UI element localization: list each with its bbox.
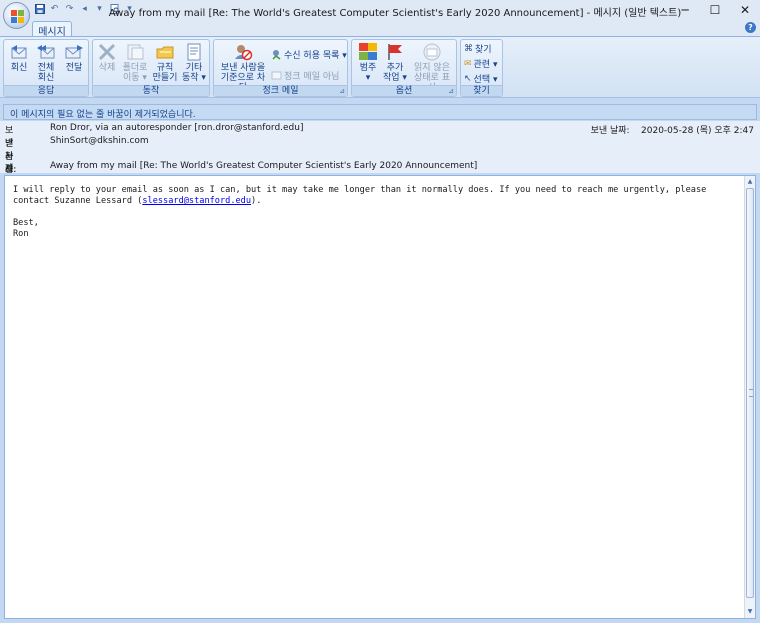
title-bar: ↶ ↷ ◂ ▾ ▾ Away from my mail [Re: The Wor…: [0, 0, 760, 20]
block-sender-icon: [235, 45, 253, 61]
group-options-label: 옵션: [352, 85, 456, 96]
forward-icon: [65, 45, 83, 59]
select-cursor-icon: ↖: [464, 73, 472, 84]
find-button[interactable]: ⌘ 찾기: [464, 42, 492, 56]
related-icon: ✉: [464, 58, 472, 69]
email-link[interactable]: slessard@stanford.edu: [142, 196, 251, 206]
message-body[interactable]: I will reply to your email as soon as I …: [4, 175, 756, 619]
to-value[interactable]: ShinSort@dkshin.com: [50, 136, 149, 146]
close-button[interactable]: ✕: [730, 0, 760, 20]
tab-message[interactable]: 메시지: [32, 21, 72, 38]
categorize-button[interactable]: 범주 ▾: [355, 43, 381, 83]
related-button[interactable]: ✉ 관련 ▾: [464, 57, 498, 71]
delete-icon: [98, 43, 116, 61]
help-icon[interactable]: ?: [745, 22, 756, 33]
group-respond-label: 응답: [4, 85, 88, 96]
rules-folder-icon: [156, 46, 174, 59]
group-junk-label: 정크 메일: [214, 85, 347, 96]
from-value[interactable]: Ron Dror, via an autoresponder [ron.dror…: [50, 123, 303, 133]
scroll-thumb[interactable]: [746, 188, 754, 598]
sent-value: 2020-05-28 (목) 오후 2:47: [641, 126, 754, 136]
group-actions-label: 동작: [93, 85, 209, 96]
message-header: 보낸 사람: Ron Dror, via an autoresponder [r…: [0, 121, 760, 188]
select-button[interactable]: ↖ 선택 ▾: [464, 72, 498, 86]
junk-dialog-launcher-icon[interactable]: ⊿: [339, 87, 345, 95]
group-respond: 회신 전체 회신 전달 응답: [3, 39, 89, 97]
office-logo-icon: [11, 10, 24, 23]
reply-all-icon: [37, 45, 55, 59]
scroll-down-icon[interactable]: ▼: [745, 607, 755, 617]
delete-button[interactable]: 삭제: [96, 43, 118, 73]
other-actions-icon: [187, 43, 201, 61]
safe-list-button[interactable]: 수신 허용 목록 ▾: [271, 48, 347, 61]
vertical-scrollbar[interactable]: ▲ ▼: [744, 176, 755, 618]
message-text[interactable]: I will reply to your email as soon as I …: [13, 185, 739, 240]
reply-icon: [11, 45, 27, 59]
not-junk-button[interactable]: 정크 메일 아님: [271, 69, 339, 82]
reply-all-button[interactable]: 전체 회신: [34, 43, 58, 83]
not-junk-icon: [271, 71, 282, 80]
forward-button[interactable]: 전달: [63, 43, 85, 73]
create-rule-button[interactable]: 규칙 만들기: [152, 43, 178, 83]
ribbon-tab-row: 메시지 ?: [0, 20, 760, 38]
subject-value: Away from my mail [Re: The World's Great…: [50, 161, 478, 171]
scroll-grip-icon: [749, 389, 753, 397]
sent-label: 보낸 날짜:: [590, 126, 630, 136]
maximize-button[interactable]: ☐: [700, 0, 730, 20]
binoculars-icon: ⌘: [464, 43, 473, 54]
mark-unread-icon: [423, 43, 441, 61]
group-actions: 삭제 폴더로 이동 ▾ 규칙 만들기 기타 동작 ▾ 동작: [92, 39, 210, 97]
group-options: 범주 ▾ 추가 작업 ▾ 읽지 않은 상태로 표시 옵션 ⊿: [351, 39, 457, 97]
window-title: Away from my mail [Re: The World's Great…: [108, 8, 682, 19]
ribbon: 회신 전체 회신 전달 응답 삭제 폴더로 이동 ▾ 규칙 만들기 기타 동작 …: [0, 36, 760, 98]
group-find: ⌘ 찾기 ✉ 관련 ▾ ↖ 선택 ▾ 찾기: [460, 39, 503, 97]
group-find-label: 찾기: [461, 85, 502, 96]
body-line-2-suffix: ).: [251, 196, 262, 206]
group-junk: 보낸 사람을 기준으로 차단 수신 허용 목록 ▾ 정크 메일 아님 정크 메일…: [213, 39, 348, 97]
office-button[interactable]: [3, 2, 30, 29]
body-closing: Best,: [13, 218, 39, 228]
reply-button[interactable]: 회신: [8, 43, 30, 73]
other-actions-button[interactable]: 기타 동작 ▾: [181, 43, 207, 83]
body-line-1: I will reply to your email as soon as I …: [13, 185, 707, 195]
info-bar[interactable]: 이 메시지의 필요 없는 줄 바꿈이 제거되었습니다.: [3, 104, 757, 120]
scroll-up-icon[interactable]: ▲: [745, 177, 755, 187]
flag-icon: [388, 44, 402, 60]
safe-list-icon: [272, 50, 281, 60]
body-signature: Ron: [13, 229, 29, 239]
follow-up-button[interactable]: 추가 작업 ▾: [382, 43, 408, 83]
body-line-2-prefix: contact Suzanne Lessard (: [13, 196, 143, 206]
options-dialog-launcher-icon[interactable]: ⊿: [448, 87, 454, 95]
move-to-folder-button[interactable]: 폴더로 이동 ▾: [122, 43, 148, 83]
categorize-icon: [359, 43, 377, 60]
sent-date: 보낸 날짜: 2020-05-28 (목) 오후 2:47: [591, 123, 754, 136]
move-folder-icon: [127, 44, 144, 60]
minimize-button[interactable]: ─: [670, 0, 700, 20]
